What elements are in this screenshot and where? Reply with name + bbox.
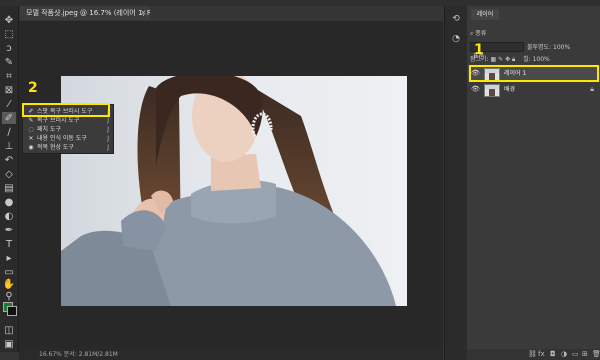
zoom-icon[interactable]: ⚲ — [2, 290, 16, 302]
lasso-icon[interactable]: ↄ — [2, 42, 16, 54]
highlight-box-flyout — [22, 103, 110, 117]
opacity-input[interactable]: 100% — [553, 44, 570, 51]
delete-layer-icon[interactable]: 🗑︎ — [592, 350, 600, 358]
adjustment-layer-icon[interactable]: ◑ — [561, 350, 567, 358]
collapsed-panels: ⟲ ◔ — [444, 6, 468, 360]
menu-item-red-eye-tool[interactable]: ◉ 적목 현상 도구 J — [23, 143, 113, 152]
lock-all-icon[interactable]: 🔒︎ — [512, 56, 515, 63]
background-color-swatch[interactable] — [7, 306, 17, 316]
history-brush-icon[interactable]: ↶ — [2, 154, 16, 166]
rectangle-icon[interactable]: ▭ — [2, 266, 16, 278]
path-select-icon[interactable]: ▸ — [2, 252, 16, 264]
brush-icon[interactable]: ∕ — [2, 126, 16, 138]
new-group-icon[interactable]: ▭ — [572, 350, 579, 358]
clone-stamp-icon[interactable]: ⊥ — [2, 140, 16, 152]
eraser-icon[interactable]: ◇ — [2, 168, 16, 180]
screen-mode-icon[interactable]: ▣ — [2, 338, 16, 350]
frame-icon[interactable]: ⊠ — [2, 84, 16, 96]
spot-healing-brush-icon[interactable]: ✐ — [2, 112, 16, 124]
lock-position-icon[interactable]: ✥ — [505, 56, 510, 63]
dodge-icon[interactable]: ◐ — [2, 210, 16, 222]
pen-icon[interactable]: ✒ — [2, 224, 16, 236]
quick-mask-icon[interactable]: ◫ — [2, 324, 16, 336]
lock-pixels-icon[interactable]: ✎ — [498, 56, 503, 63]
red-eye-icon: ◉ — [28, 144, 34, 151]
move-icon[interactable]: ✥ — [2, 14, 16, 26]
document-tab[interactable]: 모델 작품샷.jpeg @ 16.7% (레이어 1, RGB/8#) * — [20, 6, 150, 20]
close-icon[interactable]: × — [140, 6, 150, 20]
type-icon[interactable]: T — [2, 238, 16, 250]
tab-layers[interactable]: 레이어 — [471, 9, 499, 20]
quick-select-icon[interactable]: ✎ — [2, 56, 16, 68]
status-bar: 16.67% 문서: 2.81M/2.81M — [19, 349, 443, 360]
link-layers-icon[interactable]: ⛓ — [528, 350, 537, 358]
tools-panel: ✥ ⬚ ↄ ✎ ⌗ ⊠ ⁄ ✐ ∕ ⊥ ↶ ◇ ▤ ● ◐ ✒ T ▸ ▭ ✋ … — [0, 6, 19, 352]
menu-item-content-aware-move[interactable]: ✕ 내용 인식 이동 도구 J — [23, 134, 113, 143]
add-mask-icon[interactable]: ◘ — [550, 350, 556, 358]
new-layer-icon[interactable]: ⊞ — [582, 350, 588, 358]
patch-icon: ◌ — [28, 126, 34, 133]
eye-icon[interactable]: 👁︎ — [471, 85, 480, 93]
layer-filter-row: ⌕ 종류 — [470, 28, 486, 38]
menu-item-healing-brush[interactable]: ✎ 복구 브러시 도구 J — [23, 116, 113, 125]
fx-icon[interactable]: fx — [538, 350, 545, 358]
properties-icon[interactable]: ◔ — [449, 34, 463, 46]
layer-thumbnail — [484, 84, 500, 97]
history-icon[interactable]: ⟲ — [449, 14, 463, 26]
opacity-row: 불투명도: 100% — [527, 44, 571, 51]
gradient-icon[interactable]: ▤ — [2, 182, 16, 194]
healing-brush-icon: ✎ — [28, 117, 34, 124]
layer-row-background[interactable]: 👁︎ 배경 🔒︎ — [468, 82, 600, 98]
layer-name[interactable]: 배경 — [504, 82, 515, 98]
annotation-marker-2: 2 — [28, 80, 38, 96]
hand-icon[interactable]: ✋ — [2, 278, 16, 290]
layer-filter-select[interactable]: 종류 — [475, 30, 486, 37]
highlight-box-layer1 — [469, 65, 599, 82]
menu-item-patch-tool[interactable]: ◌ 패치 도구 J — [23, 125, 113, 134]
eyedropper-icon[interactable]: ⁄ — [2, 98, 16, 110]
crop-icon[interactable]: ⌗ — [2, 70, 16, 82]
content-aware-move-icon: ✕ — [28, 135, 34, 142]
search-icon: ⌕ — [470, 30, 474, 37]
annotation-marker-1: 1 — [474, 42, 484, 58]
lock-icon[interactable]: 🔒︎ — [590, 85, 594, 94]
fill-input[interactable]: 100% — [533, 56, 550, 63]
blur-icon[interactable]: ● — [2, 196, 16, 208]
marquee-icon[interactable]: ⬚ — [2, 28, 16, 40]
lock-transparency-icon[interactable]: ▦ — [491, 56, 497, 63]
